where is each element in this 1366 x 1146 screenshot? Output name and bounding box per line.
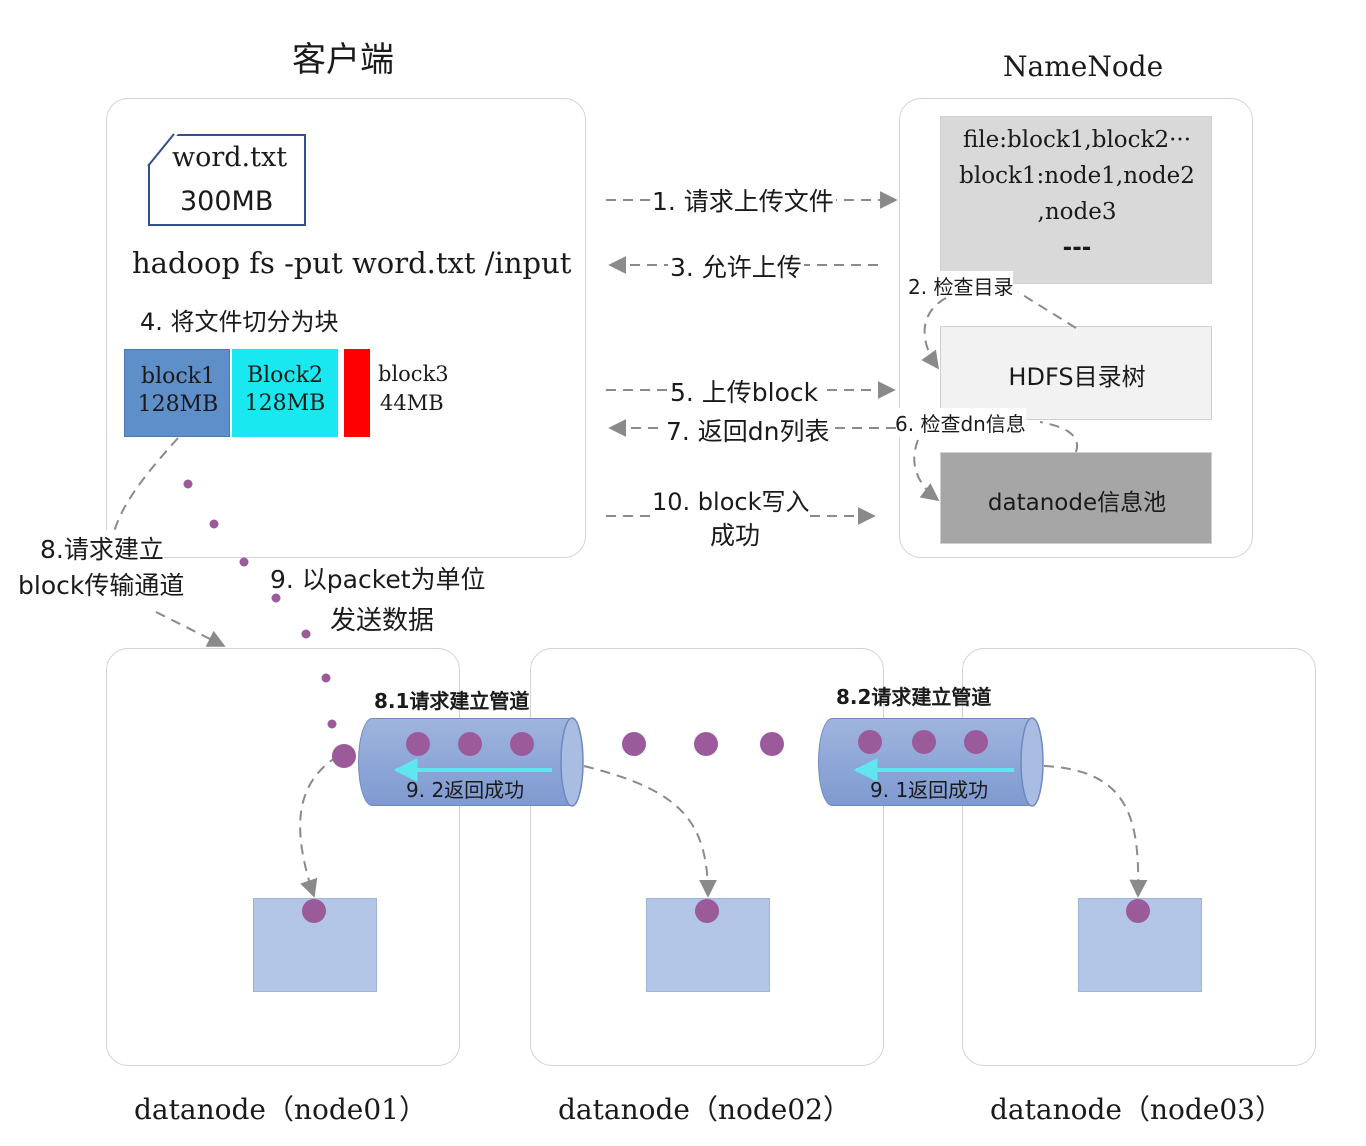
datanode-panel-node02 [530,648,884,1066]
pipeline-8-1-label: 8.1请求建立管道 [374,689,530,713]
packet-dot [301,629,311,639]
hdfs-dir-tree-label: HDFS目录树 [1008,363,1146,391]
check-dn-label: 6. 检查dn信息 [895,408,1026,437]
step9-label-line2: 发送数据 [330,606,435,636]
block1-size: 128MB [137,392,219,417]
put-command: hadoop fs -put word.txt /input [132,246,572,280]
block2-size: 128MB [244,391,326,416]
step10-label-line1: 10. block写入 [652,482,810,517]
metadata-line-4: --- [1062,235,1092,261]
block3-name: block3 [378,362,449,386]
storage-node01 [253,898,377,992]
block1-box: block1 128MB [124,349,230,437]
block3-box [344,349,370,437]
metadata-line-1: file:block1,block2··· [962,127,1192,153]
datanode-info-pool-box: datanode信息池 [940,452,1212,544]
step7-label: 7. 返回dn列表 [664,412,832,448]
step8-label-line1: 8.请求建立 [40,530,164,566]
pipeline-8-2-label: 8.2请求建立管道 [836,685,992,709]
split-step-label: 4. 将文件切分为块 [140,308,339,336]
storage-node03 [1078,898,1202,992]
file-name: word.txt [172,142,288,173]
packet-dot [239,557,249,567]
step1-label: 1. 请求上传文件 [650,182,836,218]
block2-name: Block2 [246,363,324,388]
namenode-title: NameNode [1003,50,1164,83]
file-icon: word.txt 300MB [146,132,306,226]
datanode-panel-node03 [962,648,1316,1066]
datanode-label-node02: datanode（node02） [558,1093,851,1126]
step10-label-line2: 成功 [710,521,761,550]
return-9-2-label: 9. 2返回成功 [406,778,525,802]
block1-name: block1 [140,364,215,389]
datanode-info-pool-label: datanode信息池 [987,490,1167,516]
return-9-1-label: 9. 1返回成功 [870,778,989,802]
step8-label-line2: block传输通道 [18,566,185,602]
step5-label: 5. 上传block [668,373,821,409]
hdfs-dir-tree-box: HDFS目录树 [940,326,1212,420]
datanode-label-node01: datanode（node01） [134,1093,427,1126]
step9-label-line1: 9. 以packet为单位 [270,565,486,594]
step3-label: 3. 允许上传 [668,248,804,284]
metadata-box: file:block1,block2··· block1:node1,node2… [940,116,1212,284]
client-title: 客户端 [292,40,394,80]
metadata-line-2: block1:node1,node2 [959,163,1195,189]
storage-node02 [646,898,770,992]
block3-size: 44MB [380,391,444,415]
block2-box: Block2 128MB [232,349,338,437]
metadata-line-3: ,node3 [1037,199,1117,225]
datanode-label-node03: datanode（node03） [990,1093,1283,1126]
file-size: 300MB [180,186,274,217]
check-dir-label: 2. 检查目录 [908,271,1014,300]
